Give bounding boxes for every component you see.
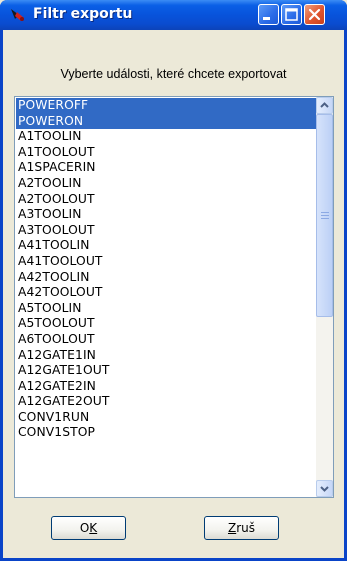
cancel-label-suffix: ruš <box>236 521 256 535</box>
list-item[interactable]: A42TOOLIN <box>16 270 316 286</box>
grip-line <box>321 212 329 213</box>
events-list: POWEROFF POWERON A1TOOLIN A1TOOLOUT A1SPACER… <box>16 98 316 441</box>
list-item[interactable]: A42TOOLOUT <box>16 285 316 301</box>
list-item[interactable]: A12GATE2OUT <box>16 394 316 410</box>
scroll-up-button[interactable] <box>316 97 333 114</box>
ok-button[interactable]: OK <box>51 516 126 540</box>
list-item[interactable]: POWEROFF <box>16 98 316 114</box>
scroll-down-button[interactable] <box>316 480 333 497</box>
list-item[interactable]: A41TOOLOUT <box>16 254 316 270</box>
instruction-label: Vyberte události, které chcete exportova… <box>60 67 287 81</box>
list-item[interactable]: A3TOOLOUT <box>16 223 316 239</box>
chevron-down-icon <box>320 486 329 492</box>
cancel-button[interactable]: Zruš <box>204 516 279 540</box>
list-item[interactable]: A2TOOLIN <box>16 176 316 192</box>
close-icon <box>308 8 321 21</box>
scroll-thumb[interactable] <box>316 114 333 317</box>
list-item[interactable]: A2TOOLOUT <box>16 192 316 208</box>
list-item[interactable]: A41TOOLIN <box>16 238 316 254</box>
app-icon <box>9 6 27 24</box>
list-item[interactable]: A12GATE1IN <box>16 348 316 364</box>
ok-label-prefix: O <box>79 521 90 535</box>
list-item[interactable]: A1TOOLIN <box>16 129 316 145</box>
minimize-button[interactable] <box>258 4 279 25</box>
list-item[interactable]: A12GATE2IN <box>16 379 316 395</box>
vertical-scrollbar[interactable] <box>316 97 333 497</box>
chevron-up-icon <box>320 102 329 108</box>
maximize-button[interactable] <box>281 4 302 25</box>
close-button[interactable] <box>304 4 325 25</box>
list-item[interactable]: A5TOOLIN <box>16 301 316 317</box>
list-item[interactable]: A12GATE1OUT <box>16 363 316 379</box>
title-bar[interactable]: Filtr exportu <box>0 0 347 30</box>
list-item[interactable]: POWERON <box>16 113 316 130</box>
list-item[interactable]: A6TOOLOUT <box>16 332 316 348</box>
grip-line <box>321 218 329 219</box>
list-item[interactable]: CONV1RUN <box>16 410 316 426</box>
list-item[interactable]: A1SPACERIN <box>16 160 316 176</box>
export-filter-dialog: Filtr exportu Vyberte události, které ch… <box>0 0 347 561</box>
maximize-icon <box>285 8 298 21</box>
grip-line <box>321 215 329 216</box>
cancel-label-mnemonic: Z <box>227 521 237 535</box>
list-item[interactable]: CONV1STOP <box>16 425 316 441</box>
list-item[interactable]: A1TOOLOUT <box>16 145 316 161</box>
window-title: Filtr exportu <box>33 6 133 22</box>
list-item[interactable]: A3TOOLIN <box>16 207 316 223</box>
ok-label-mnemonic: K <box>89 521 98 535</box>
events-listbox[interactable]: POWEROFF POWERON A1TOOLIN A1TOOLOUT A1SPACER… <box>14 96 334 498</box>
minimize-icon <box>263 17 270 20</box>
list-item[interactable]: A5TOOLOUT <box>16 316 316 332</box>
